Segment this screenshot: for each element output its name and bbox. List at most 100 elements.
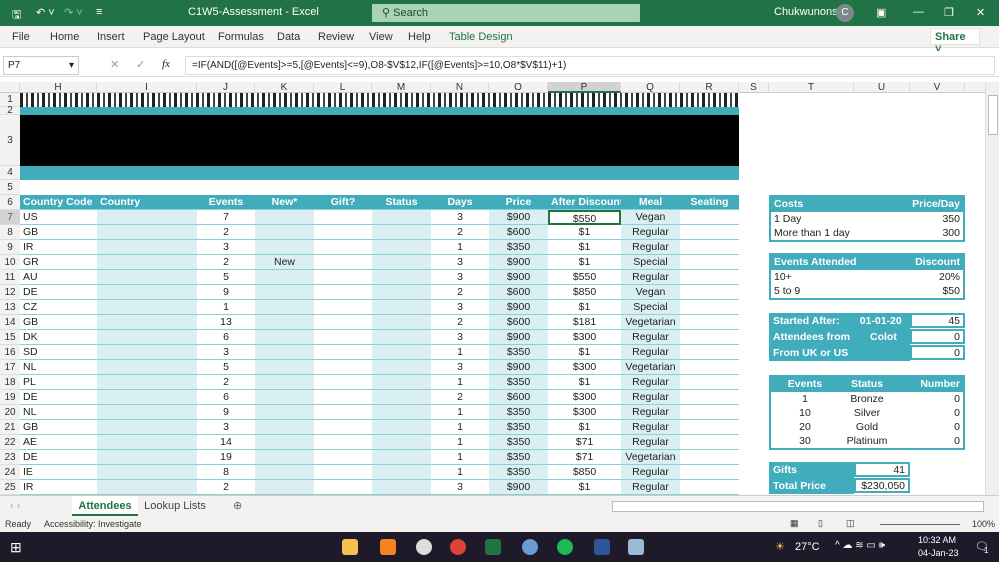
table-cell[interactable]: 1	[431, 465, 489, 480]
totals-value[interactable]: $230,050	[854, 478, 910, 493]
column-header-V[interactable]: V	[910, 82, 965, 93]
row-header-22[interactable]: 22	[0, 435, 20, 450]
table-cell[interactable]: DK	[20, 330, 97, 345]
table-cell[interactable]: New	[255, 255, 314, 270]
table-cell[interactable]	[97, 465, 197, 480]
table-cell[interactable]: DE	[20, 390, 97, 405]
search-box[interactable]: ⚲ Search	[372, 4, 640, 22]
table-cell[interactable]: 13	[197, 315, 255, 330]
row-header-11[interactable]: 11	[0, 270, 20, 285]
table-cell[interactable]	[97, 405, 197, 420]
table-cell[interactable]	[255, 420, 314, 435]
table-cell[interactable]: 3	[431, 330, 489, 345]
table-header-gift-[interactable]: Gift?	[314, 195, 372, 210]
table-header-country-code[interactable]: Country Code	[20, 195, 97, 210]
table-cell[interactable]: $900	[489, 255, 548, 270]
row-header-9[interactable]: 9	[0, 240, 20, 255]
table-cell[interactable]	[314, 270, 372, 285]
table-cell[interactable]: $900	[489, 210, 548, 225]
table-cell[interactable]: $181	[548, 315, 621, 330]
status_tbl-cell[interactable]: 30	[774, 434, 836, 448]
table-cell[interactable]: $1	[548, 255, 621, 270]
table-cell[interactable]: $1	[548, 240, 621, 255]
ribbon-tab-help[interactable]: Help	[408, 31, 431, 43]
row-header-18[interactable]: 18	[0, 375, 20, 390]
table-cell[interactable]	[255, 270, 314, 285]
row-header-24[interactable]: 24	[0, 465, 20, 480]
table-cell[interactable]	[372, 435, 431, 450]
table-cell[interactable]: 3	[197, 345, 255, 360]
table-header-seating[interactable]: Seating	[680, 195, 739, 210]
table-cell[interactable]: $600	[489, 285, 548, 300]
close-icon[interactable]: ✕	[976, 6, 985, 19]
row-header-21[interactable]: 21	[0, 420, 20, 435]
table-cell[interactable]	[97, 315, 197, 330]
row-header-12[interactable]: 12	[0, 285, 20, 300]
table-cell[interactable]: 5	[197, 360, 255, 375]
table-cell[interactable]: Vegan	[621, 210, 680, 225]
table-cell[interactable]	[255, 240, 314, 255]
minimize-icon[interactable]: —	[913, 6, 924, 18]
table-cell[interactable]: $550	[548, 210, 621, 225]
name-box[interactable]: P7 ▾	[3, 56, 79, 75]
table-cell[interactable]: US	[20, 210, 97, 225]
table-cell[interactable]	[97, 240, 197, 255]
redo-icon[interactable]: ↷ ˅	[64, 6, 83, 19]
table-cell[interactable]	[680, 435, 739, 450]
table-cell[interactable]: AE	[20, 435, 97, 450]
status_tbl-cell[interactable]: 20	[774, 420, 836, 434]
table-cell[interactable]: 3	[431, 360, 489, 375]
sheet-prev-icon[interactable]: ‹ ›	[10, 500, 20, 512]
table-header-after-discount[interactable]: After Discount	[548, 195, 623, 210]
table-cell[interactable]: Regular	[621, 465, 680, 480]
table-cell[interactable]: DE	[20, 450, 97, 465]
table-cell[interactable]: $1	[548, 480, 621, 495]
table-cell[interactable]	[680, 375, 739, 390]
table-cell[interactable]: $1	[548, 420, 621, 435]
table-cell[interactable]	[372, 375, 431, 390]
row-header-23[interactable]: 23	[0, 450, 20, 465]
table-cell[interactable]	[97, 360, 197, 375]
table-cell[interactable]	[314, 435, 372, 450]
status_tbl-cell[interactable]: 0	[898, 434, 960, 448]
table-cell[interactable]: 14	[197, 435, 255, 450]
select-all-corner[interactable]	[0, 82, 20, 93]
clock-time[interactable]: 10:32 AM	[918, 535, 956, 545]
table-cell[interactable]	[372, 225, 431, 240]
column-header-R[interactable]: R	[680, 82, 739, 93]
ribbon-tab-data[interactable]: Data	[277, 31, 300, 43]
table-cell[interactable]	[680, 450, 739, 465]
row-header-10[interactable]: 10	[0, 255, 20, 270]
row-header-19[interactable]: 19	[0, 390, 20, 405]
table-cell[interactable]	[255, 285, 314, 300]
costs-cell[interactable]: 350	[867, 212, 960, 226]
table-cell[interactable]: Regular	[621, 345, 680, 360]
table-cell[interactable]	[255, 480, 314, 495]
table-cell[interactable]	[680, 300, 739, 315]
spotify-icon[interactable]	[557, 539, 573, 555]
table-cell[interactable]	[314, 405, 372, 420]
table-cell[interactable]: $350	[489, 375, 548, 390]
table-cell[interactable]	[372, 210, 431, 225]
table-cell[interactable]: AU	[20, 270, 97, 285]
table-cell[interactable]	[255, 300, 314, 315]
table-cell[interactable]: $350	[489, 435, 548, 450]
table-cell[interactable]: SD	[20, 345, 97, 360]
status_tbl-cell[interactable]: 0	[898, 420, 960, 434]
table-cell[interactable]: $350	[489, 405, 548, 420]
table-cell[interactable]	[314, 420, 372, 435]
accessibility-status[interactable]: Accessibility: Investigate	[44, 519, 142, 529]
formula-input[interactable]: =IF(AND([@Events]>=5,[@Events]<=9),O8-$V…	[185, 56, 995, 75]
table-cell[interactable]: DE	[20, 285, 97, 300]
table-cell[interactable]: 5	[197, 270, 255, 285]
stats-value[interactable]: 0	[910, 345, 965, 360]
table-cell[interactable]: Regular	[621, 270, 680, 285]
status_tbl-cell[interactable]: Gold	[836, 420, 898, 434]
share-button[interactable]: Share ˅	[930, 28, 980, 55]
status_tbl-cell[interactable]: Bronze	[836, 392, 898, 406]
table-cell[interactable]: 1	[431, 240, 489, 255]
table-cell[interactable]: 2	[197, 480, 255, 495]
status_tbl-cell[interactable]: 0	[898, 392, 960, 406]
table-cell[interactable]	[314, 315, 372, 330]
table-cell[interactable]: $600	[489, 390, 548, 405]
